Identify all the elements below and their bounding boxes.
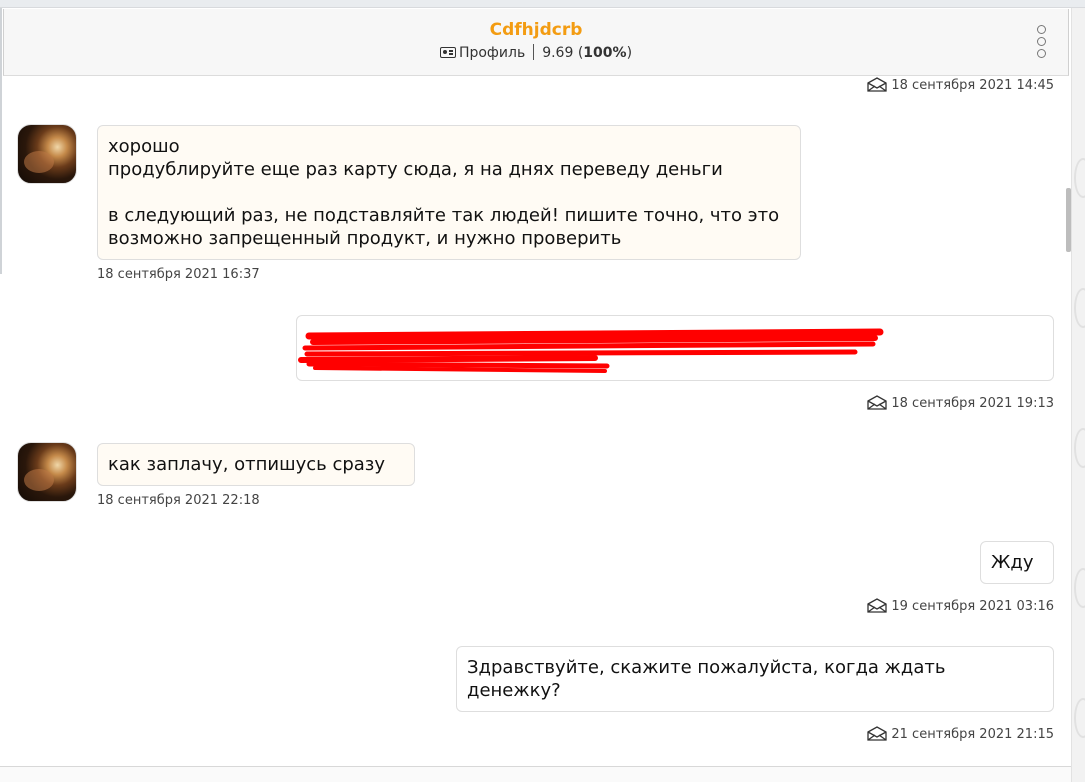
divider xyxy=(533,44,535,60)
message-bubble-outgoing: Здравствуйте, скажите пожалуйста, когда … xyxy=(456,646,1054,712)
chat-header: Cdfhjdcrb Профиль 9.69 (100%) xyxy=(3,9,1069,76)
chat-window: Cdfhjdcrb Профиль 9.69 (100%) 18 сентября… xyxy=(0,0,1085,782)
message-timestamp: 21 сентября 2021 21:15 xyxy=(867,726,1054,742)
message-input-area[interactable] xyxy=(0,766,1071,782)
scrollbar-thumb[interactable] xyxy=(1066,188,1071,252)
message-timestamp: 18 сентября 2021 22:18 xyxy=(97,493,260,508)
window-left-border xyxy=(0,8,2,274)
page-background-strip xyxy=(1071,8,1085,782)
message-timestamp: 18 сентября 2021 16:37 xyxy=(97,267,260,282)
message-timestamp: 18 сентября 2021 19:13 xyxy=(867,395,1054,411)
message-bubble-outgoing: Жду xyxy=(980,541,1054,584)
envelope-open-icon xyxy=(867,598,888,613)
avatar[interactable] xyxy=(17,124,77,184)
message-bubble-incoming: как заплачу, отпишусь сразу xyxy=(97,443,415,486)
message-bubble-incoming: хорошо продублируйте еще раз карту сюда,… xyxy=(97,125,801,260)
envelope-open-icon xyxy=(867,726,888,741)
message-bubble-outgoing-redacted xyxy=(296,315,1054,381)
chat-partner-info: Профиль 9.69 (100%) xyxy=(4,44,1068,61)
message-timestamp: 18 сентября 2021 14:45 xyxy=(867,77,1054,93)
vertical-dots-icon[interactable] xyxy=(1034,25,1048,59)
id-card-icon xyxy=(439,47,456,58)
message-timestamp: 19 сентября 2021 03:16 xyxy=(867,598,1054,614)
rating-percent: 100% xyxy=(583,45,627,61)
envelope-open-icon xyxy=(867,77,888,92)
profile-link[interactable]: Профиль xyxy=(459,45,525,61)
redaction-scribble xyxy=(298,328,884,373)
window-top-border xyxy=(0,0,1085,8)
chat-partner-name[interactable]: Cdfhjdcrb xyxy=(4,20,1068,40)
avatar[interactable] xyxy=(17,442,77,502)
rating-value: 9.69 xyxy=(542,45,574,61)
envelope-open-icon xyxy=(867,395,888,410)
